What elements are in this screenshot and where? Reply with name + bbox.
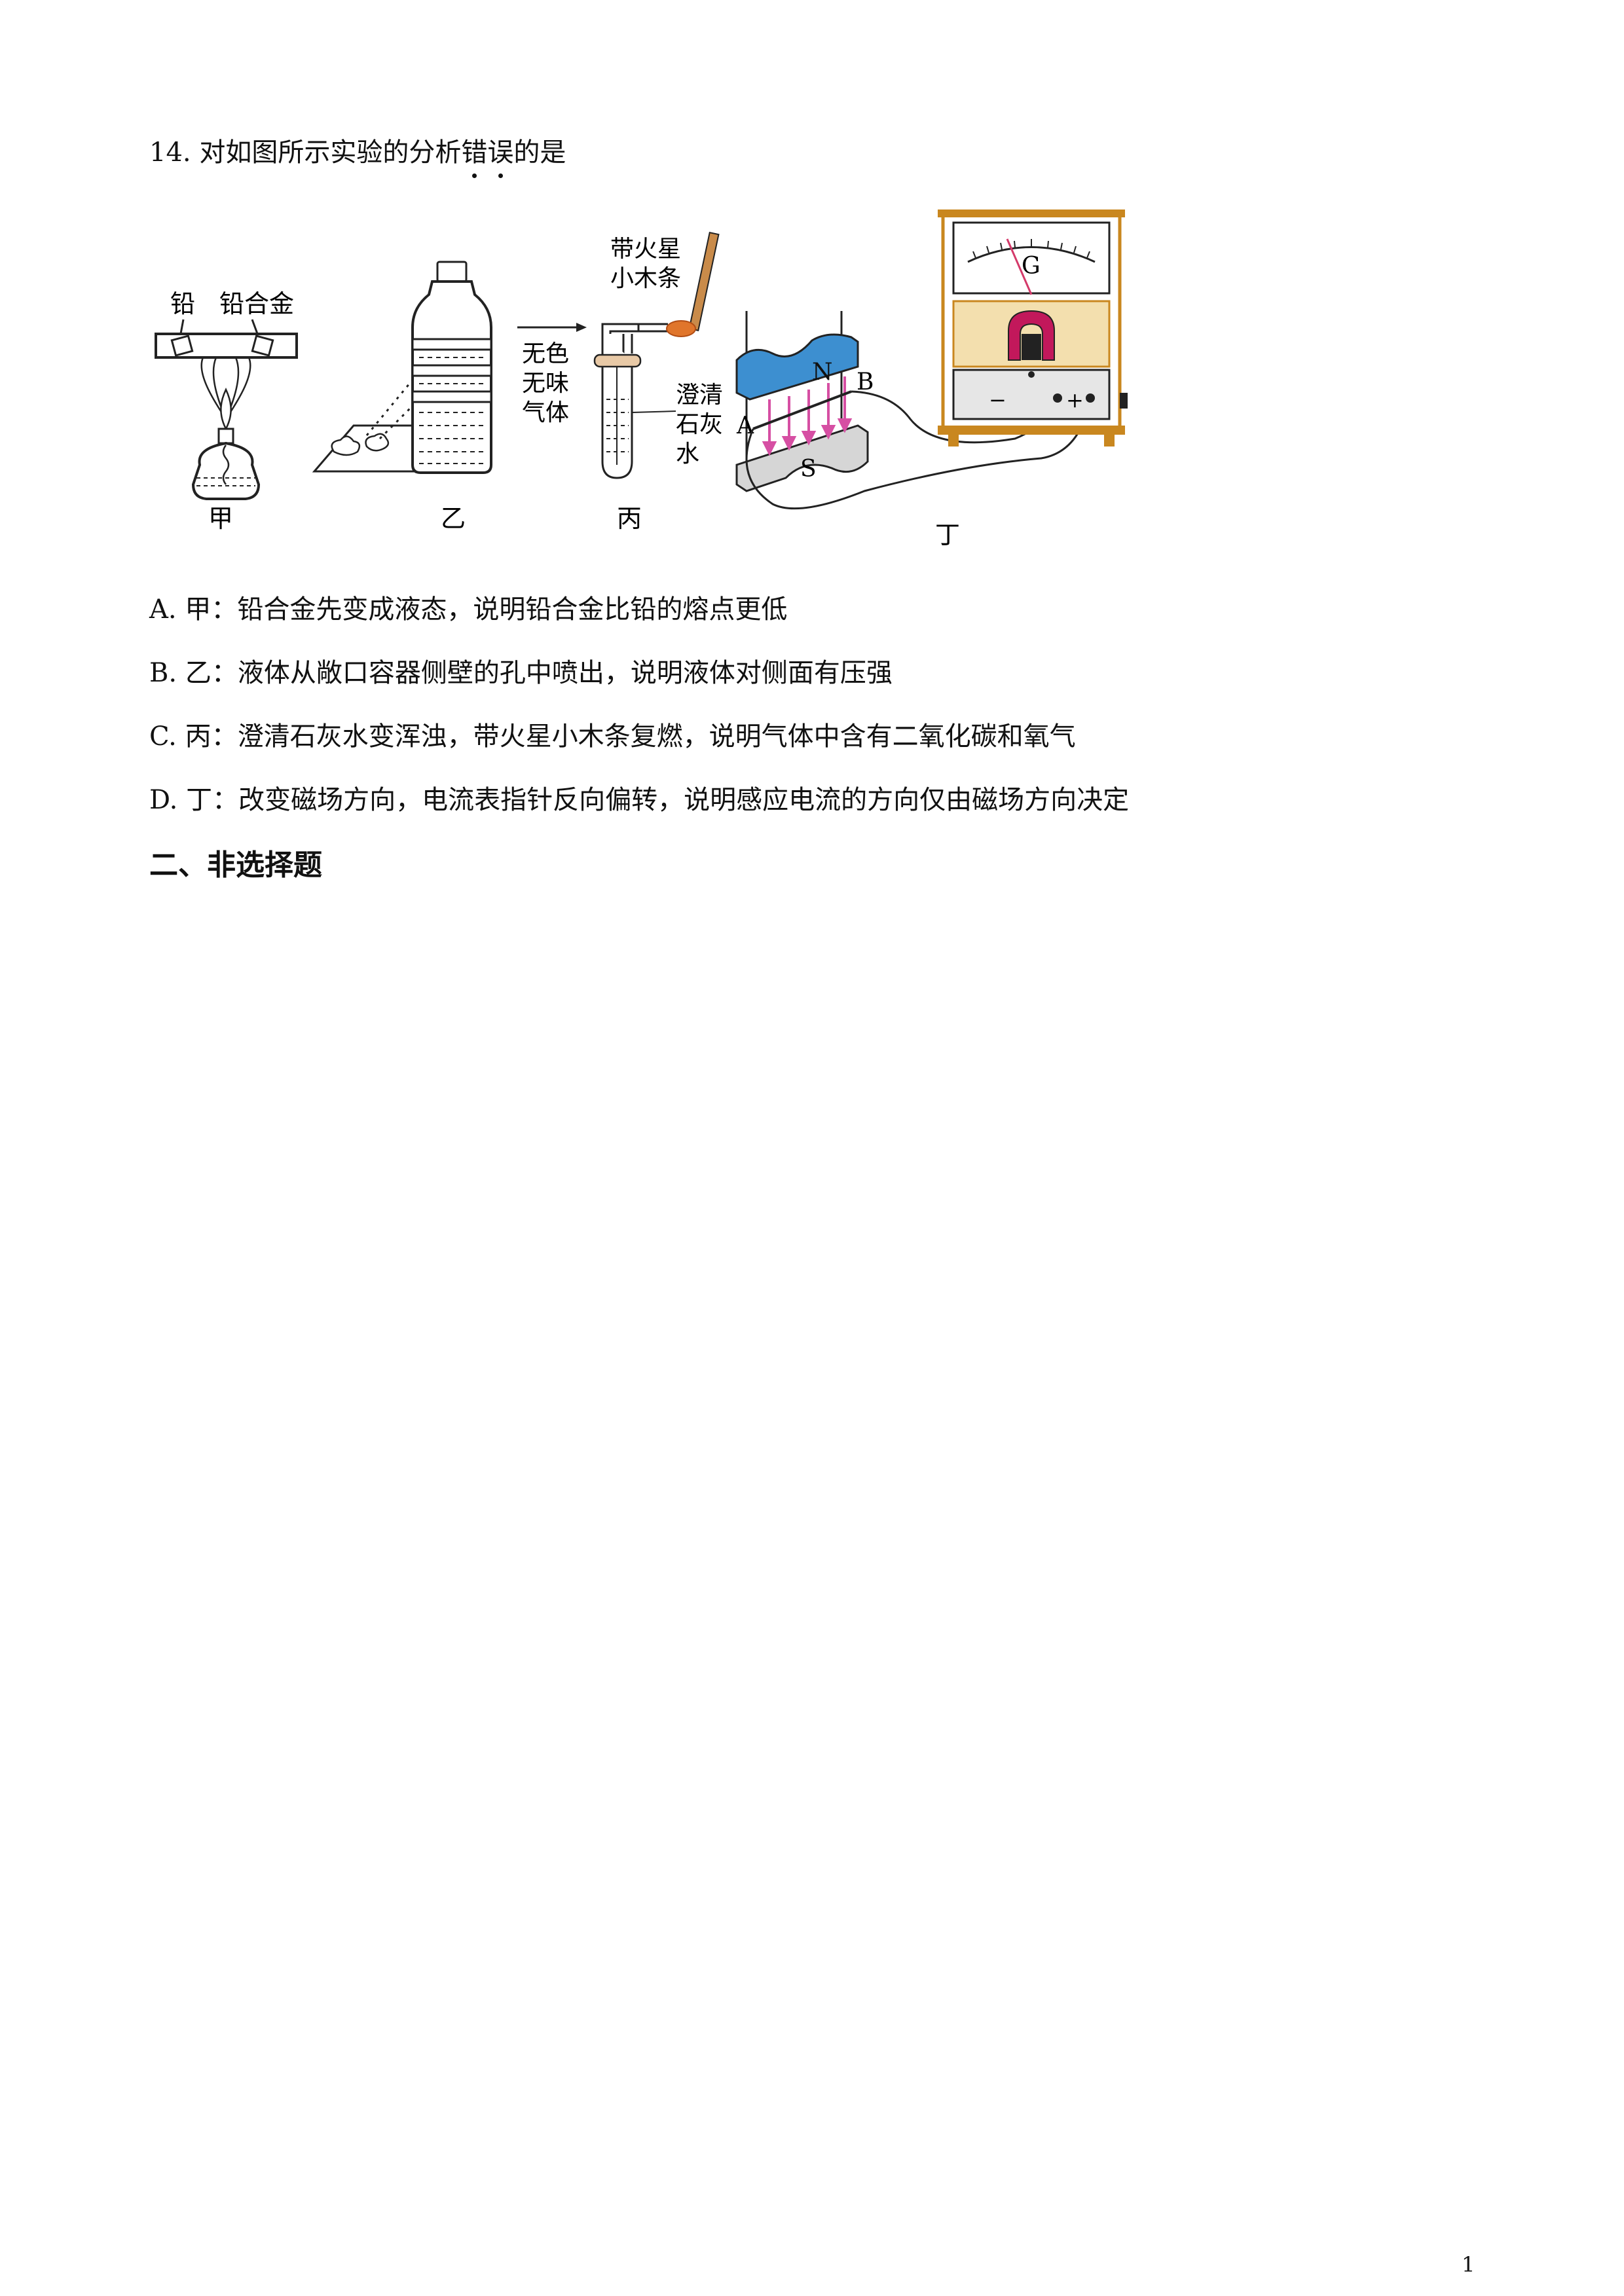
page-number: 1 xyxy=(1462,2252,1475,2277)
figure-jia: 铅 铅合金 甲 xyxy=(155,289,298,533)
meter-label: G xyxy=(1022,253,1041,280)
question-number: 14. xyxy=(149,137,191,168)
gas-label-3: 气体 xyxy=(522,399,569,426)
experiment-figure: 铅 铅合金 甲 乙 无色 无味 气体 带火星 小木条 澄清 石灰 水 丙 S A… xyxy=(155,210,1128,549)
splint-label-2: 小木条 xyxy=(610,265,681,292)
question-text: 对如图所示实验的分析 xyxy=(199,137,462,168)
jia-label-alloy: 铅合金 xyxy=(219,289,294,318)
jia-label-lead: 铅 xyxy=(170,289,195,318)
pole-s: S xyxy=(800,456,817,483)
limewater-label-1: 澄清 xyxy=(676,382,723,409)
section-heading: 二、非选择题 xyxy=(149,848,322,882)
wood-splint xyxy=(688,231,720,332)
emphasis-char: 误 xyxy=(487,131,513,178)
option-c-letter: C. xyxy=(149,721,177,752)
limewater-label-2: 石灰 xyxy=(676,411,723,438)
bing-caption: 丙 xyxy=(617,504,642,533)
option-b: B. 乙：液体从敞口容器侧壁的孔中喷出，说明液体对侧面有压强 xyxy=(149,651,893,689)
ember-icon xyxy=(666,320,696,337)
option-a-text: 甲：铅合金先变成液态，说明铅合金比铅的熔点更低 xyxy=(185,594,788,625)
water-bottle xyxy=(411,280,492,474)
flame-icon xyxy=(220,388,232,431)
terminal-minus: − xyxy=(989,388,1006,412)
question-title: 14. 对如图所示实验的分析错误的是 xyxy=(149,131,566,178)
option-d: D. 丁：改变磁场方向，电流表指针反向偏转，说明感应电流的方向仅由磁场方向决定 xyxy=(149,778,1129,816)
option-c: C. 丙：澄清石灰水变浑浊，带火星小木条复燃，说明气体中含有二氧化碳和氧气 xyxy=(149,715,1076,753)
gas-label-1: 无色 xyxy=(522,340,569,367)
option-b-text: 乙：液体从敞口容器侧壁的孔中喷出，说明液体对侧面有压强 xyxy=(185,658,893,688)
yi-caption: 乙 xyxy=(441,504,466,533)
tube-stopper xyxy=(593,354,642,368)
pole-n: N xyxy=(812,359,833,386)
figure-bing: 无色 无味 气体 带火星 小木条 澄清 石灰 水 丙 xyxy=(517,231,723,533)
magnet-n-pole xyxy=(735,333,859,401)
ding-caption: 丁 xyxy=(935,520,960,549)
option-a-letter: A. xyxy=(149,594,177,625)
option-d-letter: D. xyxy=(149,785,178,815)
splint-label-1: 带火星 xyxy=(610,236,681,263)
option-d-text: 丁：改变磁场方向，电流表指针反向偏转，说明感应电流的方向仅由磁场方向决定 xyxy=(186,785,1130,815)
option-b-letter: B. xyxy=(149,658,177,688)
conductor-ab xyxy=(752,390,852,430)
terminal-plus: + xyxy=(1066,388,1084,412)
galvanometer: G − + xyxy=(938,210,1128,446)
gas-label-2: 无味 xyxy=(522,370,569,397)
option-c-text: 丙：澄清石灰水变浑浊，带火星小木条复燃，说明气体中含有二氧化碳和氧气 xyxy=(185,721,1076,752)
question-emphasis: 错误 xyxy=(461,137,513,178)
figure-yi: 乙 xyxy=(312,261,492,533)
jia-caption: 甲 xyxy=(208,504,233,533)
emphasis-char: 错 xyxy=(461,131,487,178)
question-text-end: 的是 xyxy=(513,137,566,168)
figure-ding: S A B N G − + 丁 xyxy=(735,210,1128,549)
limewater-label-3: 水 xyxy=(676,441,699,467)
option-a: A. 甲：铅合金先变成液态，说明铅合金比铅的熔点更低 xyxy=(149,588,787,626)
